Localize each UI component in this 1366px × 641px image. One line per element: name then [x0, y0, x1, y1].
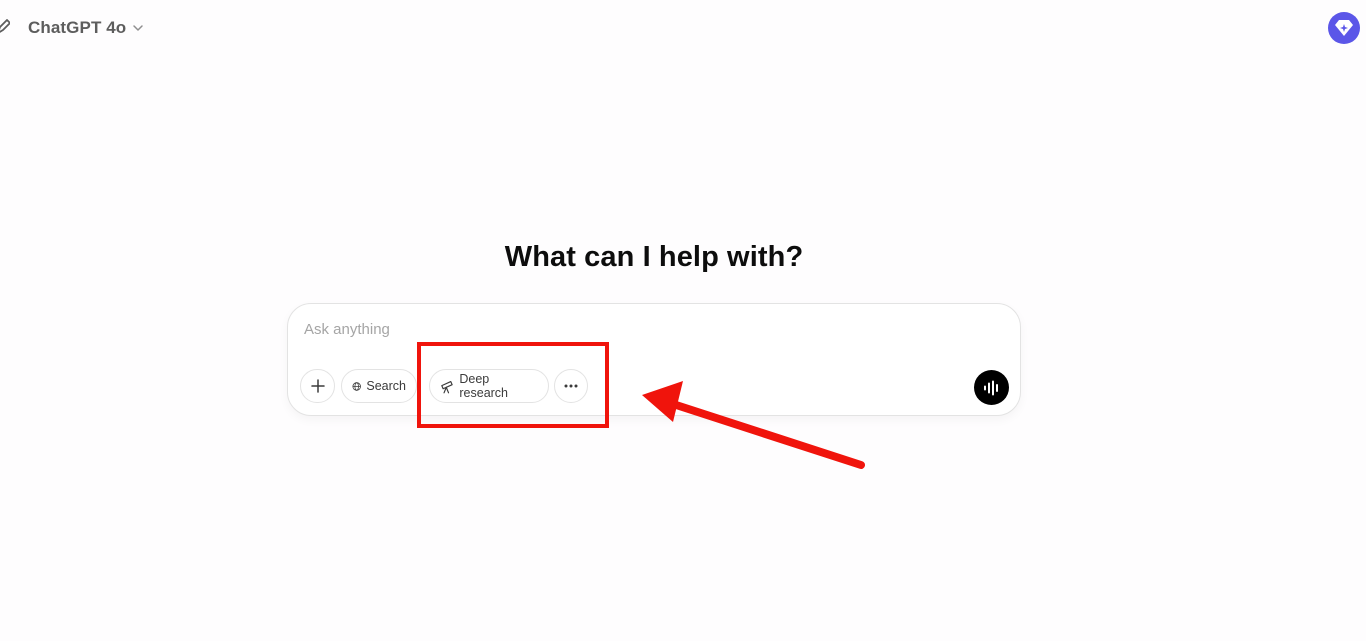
ellipsis-icon — [564, 384, 578, 388]
chat-page: ChatGPT 4o What can I help with? Search — [0, 0, 1366, 641]
search-button[interactable]: Search — [341, 369, 417, 403]
more-tools-button[interactable] — [554, 369, 588, 403]
globe-icon — [352, 381, 361, 391]
model-name: ChatGPT 4o — [28, 18, 127, 37]
prompt-input[interactable] — [304, 316, 984, 342]
diamond-sparkle-icon — [1335, 20, 1353, 36]
chevron-down-icon — [133, 25, 144, 31]
deep-research-button[interactable]: Deep research — [429, 369, 549, 403]
search-button-label: Search — [366, 379, 406, 393]
model-switcher[interactable]: ChatGPT 4o — [20, 14, 152, 42]
attach-button[interactable] — [300, 369, 335, 403]
composer: Search Deep research — [287, 303, 1021, 416]
plus-icon — [310, 379, 325, 393]
edit-icon[interactable] — [0, 17, 10, 37]
telescope-icon — [441, 380, 453, 393]
deep-research-label: Deep research — [459, 372, 509, 400]
voice-waveform-icon — [983, 380, 998, 395]
page-title: What can I help with? — [504, 241, 804, 273]
upgrade-button[interactable] — [1328, 12, 1360, 44]
voice-mode-button[interactable] — [974, 370, 1009, 405]
